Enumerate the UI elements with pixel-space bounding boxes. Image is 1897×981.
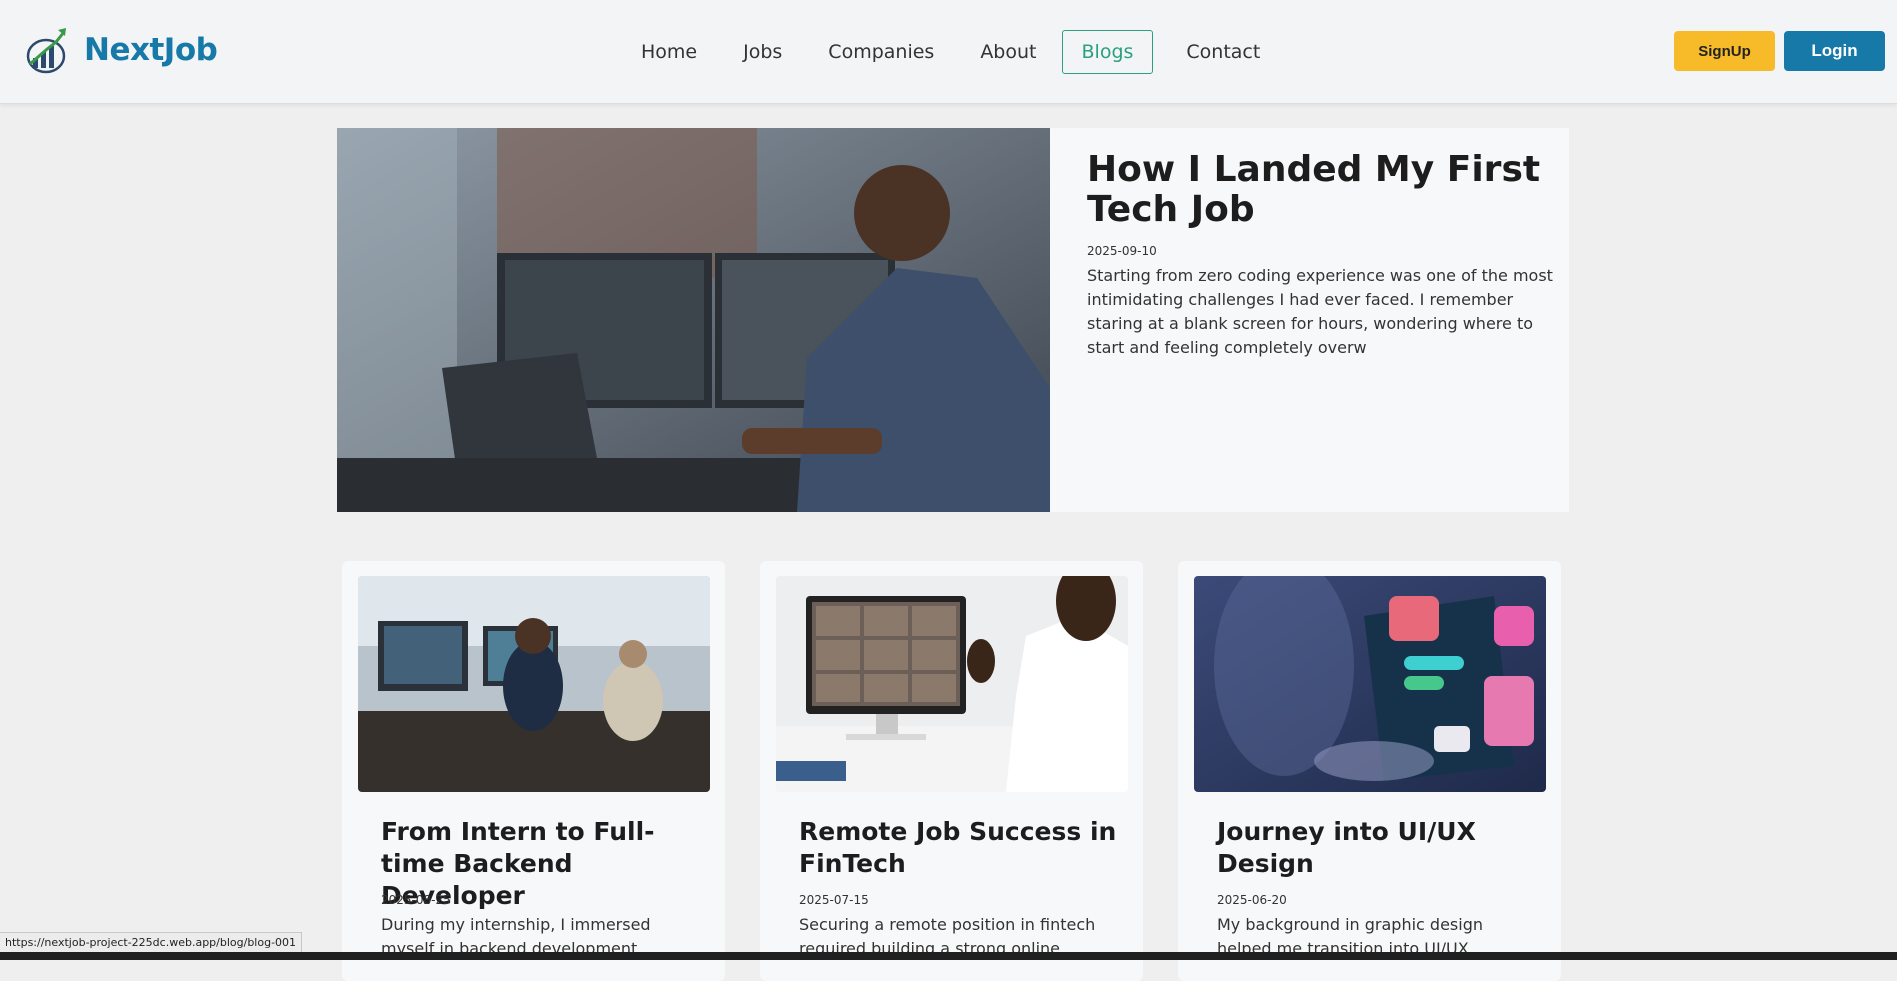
featured-date: 2025-09-10 xyxy=(1087,244,1157,258)
link-status-bar: https://nextjob-project-225dc.web.app/bl… xyxy=(0,932,303,953)
card-title[interactable]: Remote Job Success in FinTech xyxy=(799,816,1119,880)
card-image xyxy=(776,576,1128,792)
card-image xyxy=(1194,576,1546,792)
nav-contact[interactable]: Contact xyxy=(1165,30,1281,74)
nav-about[interactable]: About xyxy=(959,30,1057,74)
brand-name: NextJob xyxy=(84,32,218,68)
site-header: NextJob Home Jobs Companies About Blogs … xyxy=(0,0,1897,104)
brand-logo[interactable]: NextJob xyxy=(24,24,218,76)
featured-title[interactable]: How I Landed My First Tech Job xyxy=(1087,150,1557,230)
card-date: 2025-08-25 xyxy=(381,893,451,907)
blog-card[interactable]: Remote Job Success in FinTech 2025-07-15… xyxy=(760,561,1143,981)
nav-companies[interactable]: Companies xyxy=(807,30,955,74)
featured-excerpt: Starting from zero coding experience was… xyxy=(1087,266,1553,357)
blog-card[interactable]: From Intern to Full-time Backend Develop… xyxy=(342,561,725,981)
login-button[interactable]: Login xyxy=(1784,31,1885,71)
card-date: 2025-06-20 xyxy=(1217,893,1287,907)
card-image xyxy=(358,576,710,792)
nav-home[interactable]: Home xyxy=(620,30,718,74)
nav-jobs[interactable]: Jobs xyxy=(722,30,803,74)
blog-card[interactable]: Journey into UI/UX Design 2025-06-20 My … xyxy=(1178,561,1561,981)
card-date: 2025-07-15 xyxy=(799,893,869,907)
os-taskbar xyxy=(0,952,1897,960)
main-nav: Home Jobs Companies About Blogs Contact xyxy=(620,30,1285,74)
signup-button[interactable]: SignUp xyxy=(1674,31,1775,71)
featured-image xyxy=(337,128,1050,512)
card-title[interactable]: Journey into UI/UX Design xyxy=(1217,816,1537,880)
logo-icon xyxy=(26,28,66,74)
featured-blog[interactable]: How I Landed My First Tech Job 2025-09-1… xyxy=(337,128,1569,512)
featured-content: How I Landed My First Tech Job 2025-09-1… xyxy=(1087,150,1557,360)
nav-blogs[interactable]: Blogs xyxy=(1061,30,1154,74)
